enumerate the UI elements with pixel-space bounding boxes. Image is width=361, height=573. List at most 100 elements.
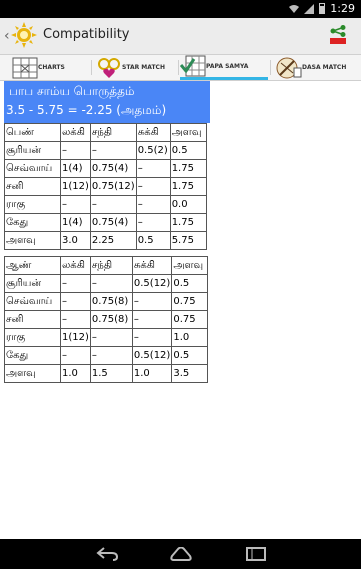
signal-icon [304, 3, 315, 14]
table-cell: 3.5 [171, 364, 209, 383]
table-row: ராகு – – – 0.0 [4, 195, 207, 214]
table-cell: 0.75(8) [89, 310, 133, 329]
table-cell: 0.5 [171, 346, 209, 365]
table-row: ராகு 1(12) – – 1.0 [4, 328, 209, 347]
section-title: பாப சாம்ய பொருத்தம் [9, 84, 135, 98]
table-cell: 0.5 [171, 274, 209, 293]
table-cell: – [131, 328, 173, 347]
table-row: கேது 1(4) 0.75(4) – 1.75 [4, 213, 207, 232]
table-cell: 0.5(2) [135, 141, 171, 160]
back-nav-icon[interactable] [96, 547, 118, 561]
table-cell: – [131, 292, 173, 311]
table-cell: 0.5 [169, 141, 207, 160]
tab-dasa-match[interactable]: DASA MATCH [276, 55, 360, 80]
table-cell: அளவு [4, 364, 61, 383]
table-cell: 1.75 [169, 159, 207, 178]
table-cell: – [135, 213, 171, 232]
wifi-icon [289, 4, 300, 13]
tab-papa-samya[interactable]: PAPA SAMYA [180, 55, 268, 80]
table-cell: சனி [4, 177, 61, 196]
table-header-cell: சுக்கி [131, 256, 173, 275]
table-cell: 0.5 [135, 231, 171, 250]
status-bar: 1:29 [0, 0, 361, 18]
tab-charts[interactable]: CHARTS [12, 55, 90, 80]
table-header-cell: பெண் [4, 123, 61, 142]
table-cell: – [135, 177, 171, 196]
chart-check-icon [180, 55, 206, 77]
male-dosha-table: ஆண் லக்கி சந்தி சுக்கி அளவு சூரியன் – – … [4, 256, 209, 383]
table-cell: 0.75(4) [89, 159, 137, 178]
table-cell: – [89, 346, 133, 365]
table-cell: – [60, 292, 91, 311]
table-cell: சனி [4, 310, 61, 329]
table-cell: 0.5(12) [131, 346, 173, 365]
table-cell: – [89, 274, 133, 293]
table-cell: 0.75(8) [89, 292, 133, 311]
result-header: பாப சாம்ய பொருத்தம் 3.5 - 5.75 = -2.25 (… [4, 81, 210, 123]
table-cell: 5.75 [169, 231, 207, 250]
sun-logo-icon[interactable] [11, 22, 37, 48]
home-icon[interactable] [170, 547, 192, 561]
recent-apps-icon[interactable] [245, 547, 267, 561]
back-icon[interactable]: ‹ [4, 28, 10, 44]
table-cell: 1.0 [131, 364, 173, 383]
table-cell: 0.75 [171, 310, 209, 329]
table-cell: செவ்வாய் [4, 292, 61, 311]
table-total-row: அளவு 1.0 1.5 1.0 3.5 [4, 364, 209, 383]
table-header-cell: சந்தி [89, 256, 133, 275]
navigation-bar [0, 539, 361, 569]
table-cell: சூரியன் [4, 274, 61, 293]
table-cell: – [60, 274, 91, 293]
table-cell: 1.0 [171, 328, 209, 347]
table-row: சனி 1(12) 0.75(12) – 1.75 [4, 177, 207, 196]
table-cell: 1(12) [60, 177, 91, 196]
table-cell: – [60, 141, 91, 160]
table-cell: 0.75(4) [89, 213, 137, 232]
table-header-cell: சந்தி [89, 123, 137, 142]
table-cell: கேது [4, 213, 61, 232]
table-cell: – [131, 310, 173, 329]
table-cell: – [135, 159, 171, 178]
table-row: செவ்வாய் 1(4) 0.75(4) – 1.75 [4, 159, 207, 178]
table-cell: ராகு [4, 195, 61, 214]
table-cell: செவ்வாய் [4, 159, 61, 178]
table-cell: 2.25 [89, 231, 137, 250]
table-row: சூரியன் – – 0.5(2) 0.5 [4, 141, 207, 160]
table-total-row: அளவு 3.0 2.25 0.5 5.75 [4, 231, 207, 250]
rings-heart-icon [98, 57, 120, 78]
table-cell: 1.75 [169, 177, 207, 196]
table-cell: 0.5(12) [131, 274, 173, 293]
table-header-cell: லக்கி [60, 123, 91, 142]
battery-icon [319, 3, 326, 14]
table-header-cell: லக்கி [60, 256, 91, 275]
table-header-row: பெண் லக்கி சந்தி சுக்கி அளவு [4, 123, 207, 142]
table-cell: – [60, 195, 91, 214]
action-bar: ‹ Compatibility [0, 18, 361, 55]
table-row: சனி – 0.75(8) – 0.75 [4, 310, 209, 329]
female-dosha-table: பெண் லக்கி சந்தி சுக்கி அளவு சூரியன் – –… [4, 123, 207, 250]
table-cell: – [60, 310, 91, 329]
table-row: சூரியன் – – 0.5(12) 0.5 [4, 274, 209, 293]
tab-bar: CHARTS STAR MATCH PAPA SAMYA DASA MATCH [0, 55, 361, 81]
table-cell: 1(4) [60, 159, 91, 178]
table-row: கேது – – 0.5(12) 0.5 [4, 346, 209, 365]
table-header-row: ஆண் லக்கி சந்தி சுக்கி அளவு [4, 256, 209, 275]
table-cell: – [135, 195, 171, 214]
table-cell: 3.0 [60, 231, 91, 250]
table-cell: 0.0 [169, 195, 207, 214]
table-cell: 0.75 [171, 292, 209, 311]
chart-grid-icon [12, 57, 38, 78]
table-cell: சூரியன் [4, 141, 61, 160]
compass-chart-icon [276, 57, 302, 78]
table-cell: 1.5 [89, 364, 133, 383]
table-cell: – [89, 195, 137, 214]
app-frame: 1:29 ‹ Compatibility CHARTS STAR MATCH P… [0, 0, 361, 573]
bottom-edge [0, 569, 361, 573]
table-cell: 0.75(12) [89, 177, 137, 196]
table-header-cell: அளவு [171, 256, 209, 275]
table-cell: ராகு [4, 328, 61, 347]
table-cell: 1.75 [169, 213, 207, 232]
tab-star-match[interactable]: STAR MATCH [96, 55, 176, 80]
share-icon[interactable] [329, 25, 347, 45]
status-time: 1:29 [330, 2, 355, 15]
